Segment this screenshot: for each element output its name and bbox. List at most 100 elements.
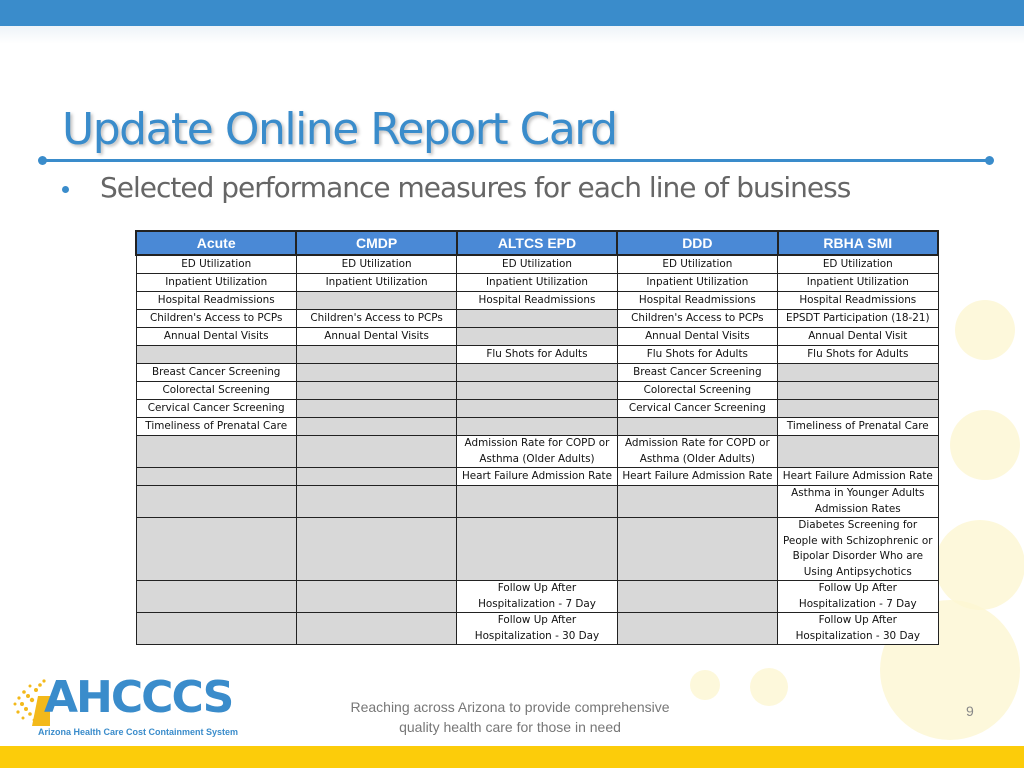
measures-table: Acute CMDP ALTCS EPD DDD RBHA SMI ED Uti… [134,230,940,645]
table-cell: Cervical Cancer Screening [616,399,779,418]
column-header-cmdp: CMDP [295,230,458,256]
decorative-circle [935,520,1024,610]
column-header-rbha-smi: RBHA SMI [776,230,940,256]
table-cell: Colorectal Screening [616,381,779,400]
empty-cell [616,517,779,581]
footer-tagline: Reaching across Arizona to provide compr… [330,697,690,737]
table-cell: Hospital Readmissions [777,291,939,310]
empty-cell [135,467,297,486]
table-cell: Heart Failure Admission Rate [456,467,618,486]
table-cell: Follow Up After Hospitalization - 7 Day [777,580,939,613]
underline-right-dot [985,156,994,165]
table-cell: Children's Access to PCPs [295,309,458,328]
table-row: Children's Access to PCPs Children's Acce… [135,309,939,328]
decorative-circle [750,668,788,706]
empty-cell [295,381,458,400]
table-cell: Hospital Readmissions [616,291,779,310]
table-row: Follow Up After Hospitalization - 30 Day… [135,612,939,645]
empty-cell [295,345,458,364]
column-header-ddd: DDD [616,230,779,256]
empty-cell [295,291,458,310]
logo-wordmark: AHCCCS [44,672,234,723]
column-header-altcs-epd: ALTCS EPD [455,230,619,256]
tagline-line-2: quality health care for those in need [399,719,621,735]
table-cell: Diabetes Screening for People with Schiz… [777,517,939,581]
table-cell: Breast Cancer Screening [616,363,779,382]
table-cell: Follow Up After Hospitalization - 30 Day [456,612,618,645]
table-row: Admission Rate for COPD or Asthma (Older… [135,435,939,468]
table-cell: ED Utilization [295,254,458,274]
empty-cell [616,580,779,613]
table-cell: Flu Shots for Adults [616,345,779,364]
empty-cell [616,485,779,518]
title-underline [42,159,990,162]
empty-cell [135,612,297,645]
table-cell: Inpatient Utilization [777,273,939,292]
empty-cell [456,309,618,328]
empty-cell [456,517,618,581]
empty-cell [456,485,618,518]
table-cell: Hospital Readmissions [456,291,618,310]
slide-title: Update Online Report Card [62,104,618,155]
table-cell: Admission Rate for COPD or Asthma (Older… [616,435,779,468]
table-cell: ED Utilization [616,254,779,274]
table-cell: ED Utilization [456,254,618,274]
table-cell: Heart Failure Admission Rate [777,467,939,486]
table-cell: Inpatient Utilization [456,273,618,292]
table-row: Cervical Cancer Screening Cervical Cancer… [135,399,939,418]
table-row: Asthma in Younger Adults Admission Rates [135,485,939,518]
bullet-icon [62,186,69,193]
top-banner [0,0,1024,26]
empty-cell [295,435,458,468]
empty-cell [135,517,297,581]
table-row: Breast Cancer Screening Breast Cancer Scr… [135,363,939,382]
table-cell: ED Utilization [777,254,939,274]
empty-cell [295,580,458,613]
empty-cell [456,363,618,382]
empty-cell [777,399,939,418]
table-row: Colorectal Screening Colorectal Screening [135,381,939,400]
table-cell: Asthma in Younger Adults Admission Rates [777,485,939,518]
empty-cell [295,363,458,382]
empty-cell [456,399,618,418]
empty-cell [135,485,297,518]
ahcccs-logo: AHCCCS Arizona Health Care Cost Containm… [10,672,240,742]
table-cell: Hospital Readmissions [135,291,297,310]
empty-cell [135,580,297,613]
table-cell: Inpatient Utilization [295,273,458,292]
tagline-line-1: Reaching across Arizona to provide compr… [350,699,670,715]
table-row: Inpatient Utilization Inpatient Utilizati… [135,273,939,292]
bottom-banner [0,746,1024,768]
table-cell: Annual Dental Visits [616,327,779,346]
table-row: Heart Failure Admission Rate Heart Failur… [135,467,939,486]
table-cell: ED Utilization [135,254,297,274]
slide-subtitle: Selected performance measures for each l… [100,171,851,204]
empty-cell [295,517,458,581]
table-cell: Annual Dental Visits [135,327,297,346]
table-row: ED Utilization ED Utilization ED Utilizati… [135,254,939,274]
table-cell: Children's Access to PCPs [135,309,297,328]
empty-cell [135,345,297,364]
table-row: Annual Dental Visits Annual Dental Visits… [135,327,939,346]
table-row: Hospital Readmissions Hospital Readmissio… [135,291,939,310]
empty-cell [295,612,458,645]
decorative-circle [955,300,1015,360]
table-cell: Annual Dental Visit [777,327,939,346]
table-cell: Inpatient Utilization [616,273,779,292]
table-cell: Timeliness of Prenatal Care [135,417,297,436]
table-cell: Timeliness of Prenatal Care [777,417,939,436]
table-cell: Breast Cancer Screening [135,363,297,382]
table-cell: EPSDT Participation (18-21) [777,309,939,328]
table-cell: Children's Access to PCPs [616,309,779,328]
table-cell: Flu Shots for Adults [777,345,939,364]
empty-cell [777,363,939,382]
table-body: ED Utilization ED Utilization ED Utilizati… [135,254,939,645]
table-cell: Follow Up After Hospitalization - 30 Day [777,612,939,645]
decorative-circle [950,410,1020,480]
empty-cell [295,399,458,418]
table-row: Flu Shots for Adults Flu Shots for Adults… [135,345,939,364]
empty-cell [616,417,779,436]
column-header-acute: Acute [134,230,298,256]
table-cell: Heart Failure Admission Rate [616,467,779,486]
table-cell: Follow Up After Hospitalization - 7 Day [456,580,618,613]
